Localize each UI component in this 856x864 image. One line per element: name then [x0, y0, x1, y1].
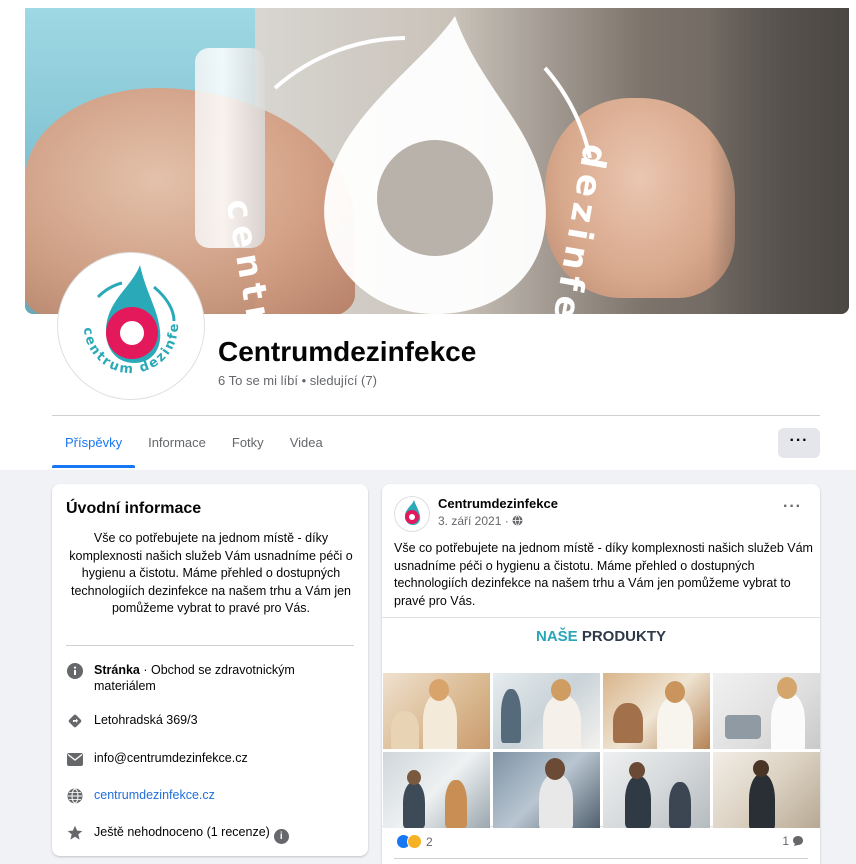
product-photo-grid [382, 673, 820, 828]
haha-reaction-icon [407, 834, 422, 849]
post-author-name[interactable]: Centrumdezinfekce [438, 496, 558, 511]
more-options-button[interactable]: ··· [778, 428, 820, 458]
email-icon [66, 750, 84, 768]
post-text: Vše co potřebujete na jednom místě - dík… [394, 541, 813, 608]
product-photo [603, 673, 710, 749]
location-icon [66, 712, 84, 730]
product-photo [493, 752, 600, 828]
page-stats[interactable]: 6 To se mi líbí • sledující (7) [218, 373, 377, 388]
page-tabs: Příspěvky Informace Fotky Videa [52, 416, 336, 468]
brand-logo-small-icon [405, 500, 421, 525]
profile-avatar[interactable]: centrum dezinfekce [58, 253, 204, 399]
post-date[interactable]: 3. září 2021 · [438, 514, 523, 528]
tab-videos[interactable]: Videa [277, 416, 336, 468]
post-more-button[interactable]: ··· [783, 498, 802, 516]
info-icon [66, 662, 84, 680]
image-title-part-b: PRODUKTY [577, 628, 667, 645]
address-text: Letohradská 369/3 [94, 713, 198, 727]
comment-count: 1 [782, 834, 789, 848]
public-globe-icon [512, 515, 523, 526]
product-photo [383, 752, 490, 828]
tab-about[interactable]: Informace [135, 416, 219, 468]
product-photo [713, 673, 820, 749]
product-photo [493, 673, 600, 749]
intro-title: Úvodní informace [66, 500, 202, 517]
reaction-count: 2 [426, 834, 433, 849]
category-label-bold: Stránka [94, 663, 140, 677]
email-text: info@centrumdezinfekce.cz [94, 751, 248, 765]
intro-divider [66, 645, 354, 646]
post-actions-divider [394, 858, 808, 859]
rating-info-icon[interactable]: i [273, 829, 289, 844]
comments-summary[interactable]: 1 [782, 834, 804, 848]
page-title: Centrumdezinfekce [218, 336, 477, 367]
brand-logo-icon: centrum dezinfekce [62, 257, 180, 377]
post-image-title: NAŠE PRODUKTY [382, 628, 820, 645]
intro-row-address[interactable]: Letohradská 369/3 [66, 712, 356, 730]
post-card: Centrumdezinfekce 3. září 2021 · ··· Vše… [382, 484, 820, 864]
product-photo [383, 673, 490, 749]
star-icon [66, 824, 84, 842]
intro-card: Úvodní informace Vše co potřebujete na j… [52, 484, 368, 856]
product-photo [603, 752, 710, 828]
post-date-text: 3. září 2021 · [438, 514, 509, 528]
comment-icon [793, 836, 803, 846]
product-photo [713, 752, 820, 828]
post-author-avatar[interactable] [394, 496, 430, 532]
image-title-part-a: NAŠE [535, 628, 578, 645]
tab-photos[interactable]: Fotky [219, 416, 277, 468]
post-image[interactable]: NAŠE PRODUKTY [382, 617, 820, 828]
tab-posts[interactable]: Příspěvky [52, 416, 136, 468]
intro-row-website[interactable]: centrumdezinfekce.cz [66, 787, 356, 805]
intro-row-rating: Ještě nehodnoceno (1 recenze) i [66, 824, 356, 844]
intro-row-category: Stránka · Obchod se zdravotnickým materi… [66, 662, 356, 694]
globe-icon [66, 787, 84, 805]
intro-row-email[interactable]: info@centrumdezinfekce.cz [66, 750, 356, 768]
rating-text: Ještě nehodnoceno (1 recenze) [94, 825, 270, 839]
website-link[interactable]: centrumdezinfekce.cz [94, 787, 215, 803]
reactions-summary[interactable]: 2 [396, 834, 433, 849]
intro-bio: Vše co potřebujete na jednom místě - dík… [69, 531, 353, 615]
